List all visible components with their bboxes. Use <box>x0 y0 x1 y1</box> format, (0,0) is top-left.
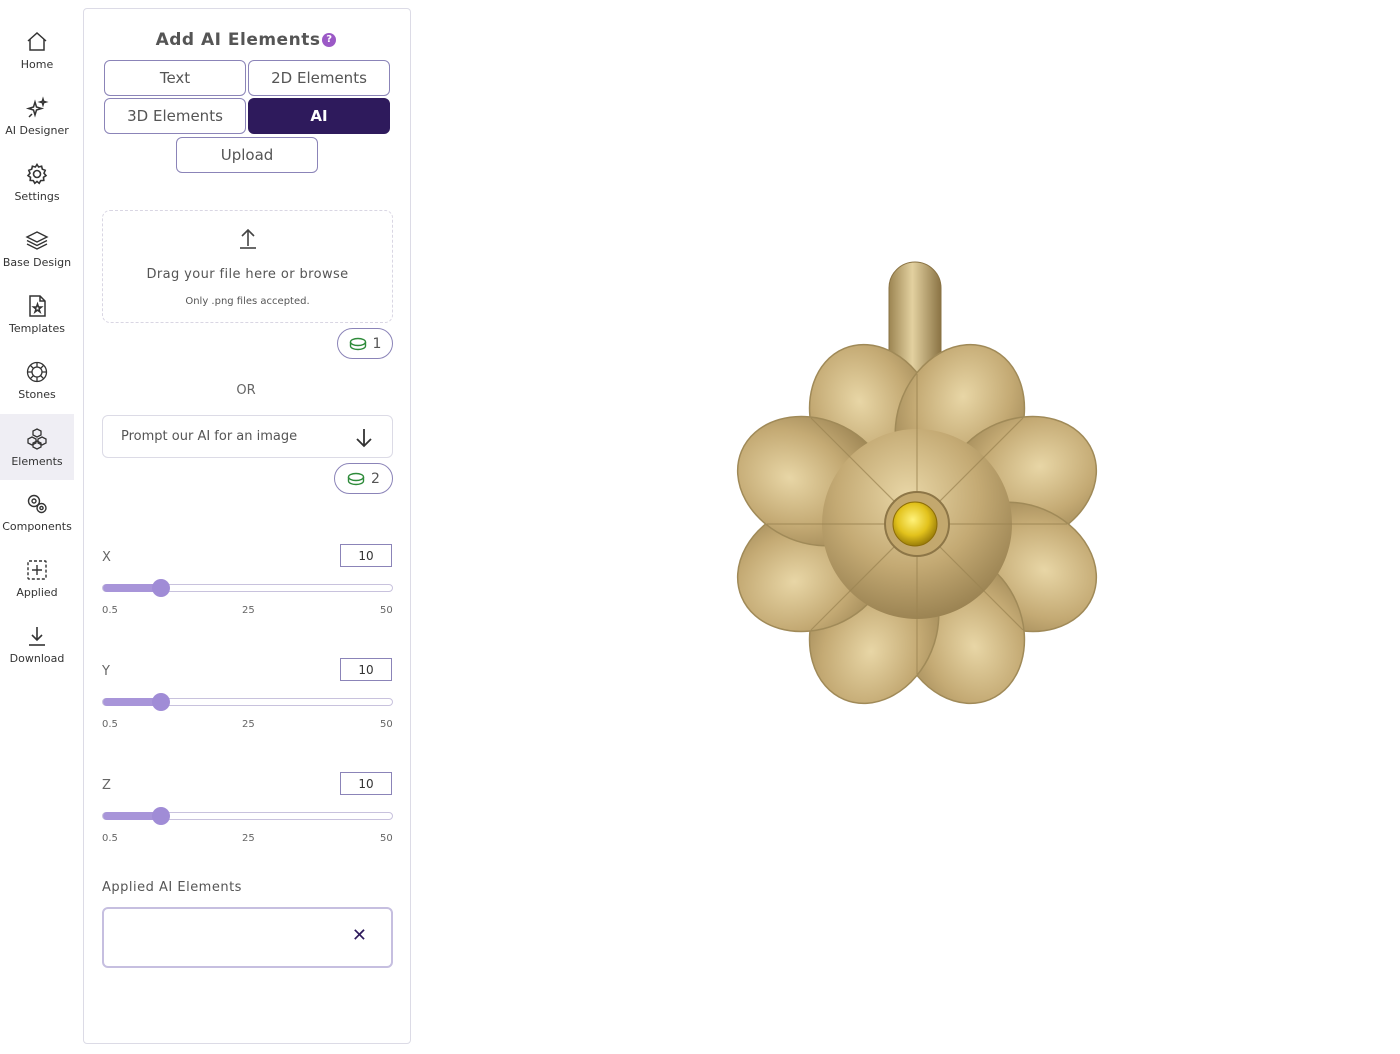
nav-label: Home <box>20 57 54 71</box>
tab-ai[interactable]: AI <box>248 98 390 134</box>
nav-item-components[interactable]: Components <box>0 480 74 544</box>
gem-icon <box>26 361 48 382</box>
nav-label: Components <box>2 519 72 533</box>
upload-credit-badge: 1 <box>337 328 393 359</box>
applied-elements-list: ✕ <box>102 907 393 968</box>
dropzone-text: Drag your file here or browse <box>146 267 349 282</box>
slider-z-max: 50 <box>380 833 393 844</box>
slider-z-value-input[interactable]: 10 <box>340 772 392 795</box>
tab-2d-elements[interactable]: 2D Elements <box>248 60 390 96</box>
slider-x-value-input[interactable]: 10 <box>340 544 392 567</box>
slider-z-mid: 25 <box>242 833 255 844</box>
slider-x-min: 0.5 <box>102 605 118 616</box>
slider-x-thumb[interactable] <box>151 579 170 597</box>
prompt-credit-badge: 2 <box>334 463 393 494</box>
nav-item-base-design[interactable]: Base Design <box>0 216 74 280</box>
arrow-down-icon[interactable] <box>354 427 374 449</box>
slider-z-label: Z <box>102 778 111 793</box>
coin-icon <box>347 472 365 485</box>
nav-label: Templates <box>9 321 65 335</box>
nav-label: Settings <box>14 189 60 203</box>
ai-elements-panel: Add AI Elements? Text 2D Elements 3D Ele… <box>83 8 411 1044</box>
nav-label: Stones <box>18 387 56 401</box>
gear-icon <box>26 162 48 185</box>
nav-label: Elements <box>11 454 63 468</box>
slider-z-thumb[interactable] <box>151 807 170 825</box>
file-dropzone[interactable]: Drag your file here or browse Only .png … <box>102 210 393 323</box>
nav-item-templates[interactable]: Templates <box>0 282 74 346</box>
applied-icon <box>27 559 47 580</box>
slider-z[interactable] <box>102 807 393 825</box>
ai-prompt-input[interactable]: Prompt our AI for an image <box>102 415 393 458</box>
prompt-placeholder: Prompt our AI for an image <box>121 429 298 444</box>
credit-count: 2 <box>371 470 380 487</box>
side-nav: Home AI Designer Settings Base Design Te… <box>0 0 74 1050</box>
tab-text[interactable]: Text <box>104 60 246 96</box>
components-icon <box>27 494 47 513</box>
nav-label: Applied <box>16 585 58 599</box>
elements-icon <box>27 427 47 450</box>
coin-icon <box>349 337 366 350</box>
help-icon[interactable]: ? <box>322 33 337 47</box>
slider-x[interactable] <box>102 579 393 597</box>
slider-y-thumb[interactable] <box>151 693 170 711</box>
slider-y-label: Y <box>102 664 110 679</box>
tab-3d-elements[interactable]: 3D Elements <box>104 98 246 134</box>
nav-item-elements[interactable]: Elements <box>0 414 74 480</box>
slider-y-max: 50 <box>380 719 393 730</box>
layers-icon <box>25 230 49 250</box>
3d-viewer[interactable] <box>415 0 1400 1050</box>
nav-item-applied[interactable]: Applied <box>0 546 74 610</box>
tab-upload[interactable]: Upload <box>176 137 318 173</box>
panel-title-text: Add AI Elements <box>155 30 321 50</box>
nav-label: Download <box>9 651 65 665</box>
slider-x-mid: 25 <box>242 605 255 616</box>
slider-y[interactable] <box>102 693 393 711</box>
or-divider: OR <box>236 383 256 398</box>
pendant-model[interactable] <box>415 0 1400 1050</box>
panel-title: Add AI Elements? <box>84 30 408 50</box>
remove-element-button[interactable]: ✕ <box>352 925 367 946</box>
slider-x-label: X <box>102 550 111 565</box>
sparkle-icon <box>25 95 49 118</box>
download-icon <box>29 626 45 646</box>
credit-count: 1 <box>372 335 382 352</box>
slider-x-max: 50 <box>380 605 393 616</box>
nav-item-download[interactable]: Download <box>0 612 74 676</box>
nav-label: Base Design <box>2 255 72 269</box>
nav-item-home[interactable]: Home <box>0 18 74 82</box>
template-icon <box>29 294 46 317</box>
upload-arrow-icon <box>240 228 256 249</box>
slider-y-mid: 25 <box>242 719 255 730</box>
slider-y-value-input[interactable]: 10 <box>340 658 392 681</box>
nav-item-settings[interactable]: Settings <box>0 150 74 214</box>
slider-z-min: 0.5 <box>102 833 118 844</box>
home-icon <box>27 31 47 51</box>
nav-item-stones[interactable]: Stones <box>0 348 74 412</box>
slider-y-min: 0.5 <box>102 719 118 730</box>
nav-label: AI Designer <box>5 123 69 137</box>
dropzone-subtext: Only .png files accepted. <box>185 296 310 307</box>
nav-item-ai-designer[interactable]: AI Designer <box>0 84 74 148</box>
applied-elements-label: Applied AI Elements <box>102 880 242 895</box>
